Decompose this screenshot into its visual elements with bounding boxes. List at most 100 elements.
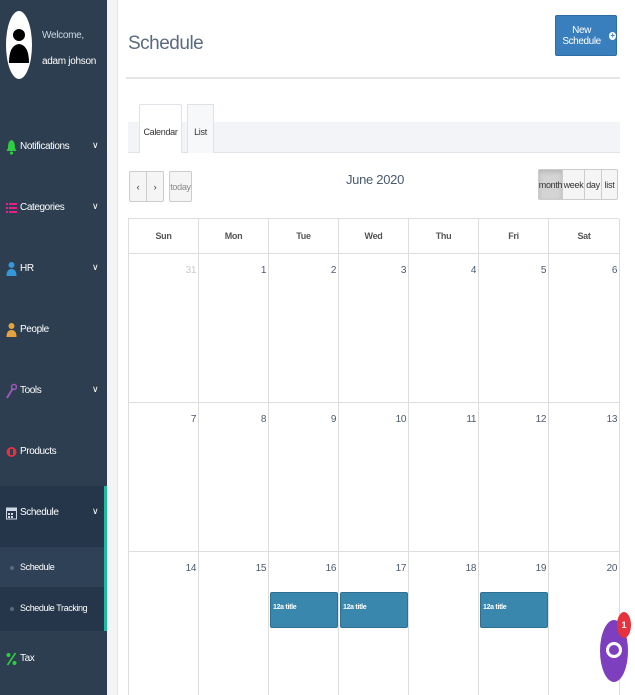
calendar-day-cell[interactable]: 10 [339, 403, 409, 552]
sidebar-subitem-schedule-tracking[interactable]: Schedule Tracking [0, 588, 104, 628]
schedule-menu-group: Schedule ∨ Schedule Schedule Tracking [0, 486, 107, 631]
calendar-day-cell[interactable]: 13 [549, 403, 620, 552]
new-schedule-button[interactable]: New Schedule + [555, 15, 617, 56]
list-icon [6, 203, 17, 213]
day-number: 4 [470, 265, 477, 276]
percent-icon [6, 652, 17, 666]
sidebar-item-label: Notifications [20, 141, 70, 152]
sidebar-item-notifications[interactable]: Notifications ∨ [0, 132, 107, 162]
tab-list[interactable]: List [187, 104, 214, 153]
tab-bar: Calendar List [128, 104, 620, 153]
user-icon [6, 262, 17, 276]
view-list-button[interactable]: list [601, 169, 618, 200]
view-label: month [538, 179, 563, 190]
day-number: 20 [606, 563, 618, 574]
chevron-down-icon: ∨ [92, 140, 99, 150]
sidebar-item-schedule[interactable]: Schedule ∨ [0, 498, 107, 528]
calendar-day-cell[interactable]: 5 [479, 254, 549, 403]
sidebar-item-tools[interactable]: Tools ∨ [0, 376, 107, 406]
plus-circle-icon: + [609, 30, 616, 40]
page-title: Schedule [128, 33, 204, 54]
view-day-button[interactable]: day [584, 169, 602, 200]
chevron-left-icon: ‹ [136, 181, 140, 192]
sidebar-item-categories[interactable]: Categories ∨ [0, 193, 107, 223]
day-number: 17 [395, 563, 407, 574]
sidebar-subitem-schedule[interactable]: Schedule [0, 547, 104, 587]
sidebar-item-label: Categories [20, 202, 65, 213]
day-number: 19 [535, 563, 547, 574]
sidebar-item-label: People [20, 324, 49, 335]
today-button[interactable]: today [169, 171, 192, 202]
day-number: 14 [185, 563, 197, 574]
day-number: 6 [611, 265, 618, 276]
month-calendar-grid: Sun Mon Tue Wed Thu Fri Sat 31 1 2 3 4 5 6 7 8 9 10 11 12 13… [128, 218, 620, 695]
day-number: 13 [606, 414, 618, 425]
view-month-button[interactable]: month [538, 169, 563, 200]
chevron-down-icon: ∨ [92, 506, 99, 516]
day-number: 11 [466, 414, 476, 425]
calendar-day-cell[interactable]: 3 [339, 254, 409, 403]
calendar-title: June 2020 [345, 172, 405, 187]
bullet-icon [10, 566, 14, 570]
day-number: 8 [260, 414, 267, 425]
calendar-day-cell[interactable]: 1 [199, 254, 269, 403]
sidebar-item-label: Products [20, 446, 57, 457]
day-of-week-header: Tue [269, 219, 339, 254]
calendar-day-cell[interactable]: 31 [129, 254, 199, 403]
new-schedule-label: New Schedule [562, 24, 601, 47]
user-profile: Welcome, adam johson [0, 0, 107, 90]
calendar-day-cell[interactable]: 14 [129, 552, 199, 695]
day-of-week-header: Fri [479, 219, 549, 254]
calendar-icon [6, 507, 17, 520]
sidebar-item-label: Tools [20, 385, 42, 396]
calendar-event[interactable]: 12a title [480, 592, 548, 628]
calendar-day-cell[interactable]: 18 [409, 552, 479, 695]
sidebar-item-label: Tax [20, 653, 35, 664]
day-of-week-header: Sun [129, 219, 199, 254]
sidebar-subitem-label: Schedule [20, 562, 55, 572]
view-week-button[interactable]: week [562, 169, 585, 200]
chevron-down-icon: ∨ [92, 201, 99, 211]
sidebar-item-people[interactable]: People [0, 315, 107, 345]
tab-calendar[interactable]: Calendar [139, 104, 182, 153]
sidebar-item-label: Schedule [20, 507, 59, 518]
divider [126, 77, 620, 79]
calendar-day-cell[interactable]: 15 [199, 552, 269, 695]
day-number: 10 [395, 414, 407, 425]
avatar-person-icon [9, 29, 29, 63]
calendar-event[interactable]: 12a title [340, 592, 408, 628]
main-content: Schedule New Schedule + Calendar List ‹ … [117, 0, 635, 695]
bell-icon [6, 140, 17, 155]
sidebar-subitem-label: Schedule Tracking [20, 603, 88, 613]
view-label: list [604, 179, 615, 190]
calendar-day-cell[interactable]: 6 [549, 254, 620, 403]
avatar[interactable] [6, 11, 32, 79]
calendar-day-cell[interactable]: 12 [479, 403, 549, 552]
view-label: day [586, 179, 600, 190]
sidebar-item-tax[interactable]: Tax [0, 644, 107, 674]
next-button[interactable]: › [146, 171, 164, 202]
user-icon [6, 323, 17, 337]
tab-label: Calendar [143, 127, 178, 137]
day-of-week-header: Mon [199, 219, 269, 254]
day-number: 16 [325, 563, 337, 574]
calendar-day-cell[interactable]: 8 [199, 403, 269, 552]
sidebar-item-hr[interactable]: HR ∨ [0, 254, 107, 284]
username: adam johson [42, 56, 96, 67]
calendar-day-cell[interactable]: 11 [409, 403, 479, 552]
day-of-week-header: Thu [409, 219, 479, 254]
welcome-text: Welcome, [42, 30, 84, 41]
calendar-day-cell[interactable]: 2 [269, 254, 339, 403]
chat-widget-button[interactable]: 1 [600, 612, 631, 682]
calendar-day-cell[interactable]: 4 [409, 254, 479, 403]
view-label: week [563, 179, 584, 190]
day-number: 15 [255, 563, 267, 574]
calendar-day-cell[interactable]: 7 [129, 403, 199, 552]
sidebar-item-products[interactable]: Products [0, 437, 107, 467]
day-number: 18 [465, 563, 477, 574]
calendar-day-cell[interactable]: 9 [269, 403, 339, 552]
day-number: 12 [535, 414, 547, 425]
calendar-event[interactable]: 12a title [270, 592, 338, 628]
day-number: 3 [400, 265, 407, 276]
prev-button[interactable]: ‹ [129, 171, 147, 202]
